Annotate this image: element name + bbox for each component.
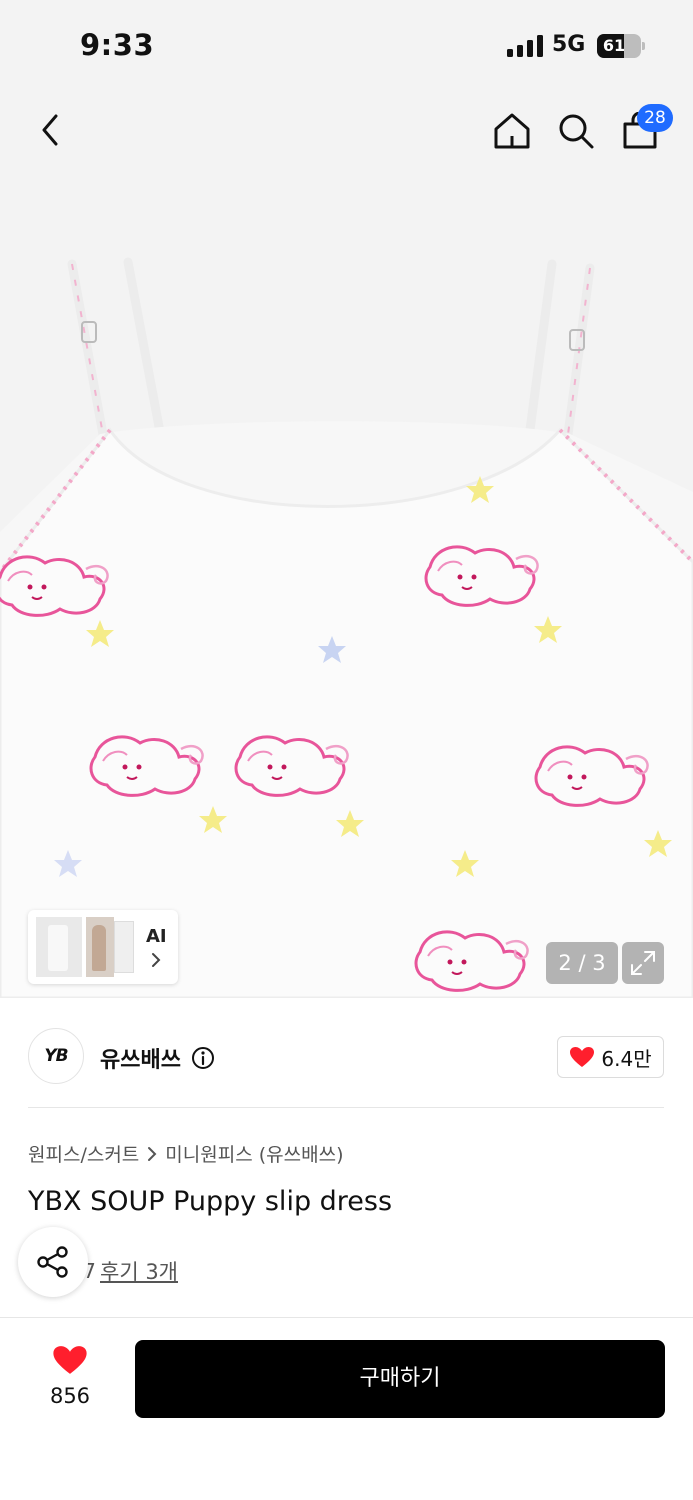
status-time: 9:33 xyxy=(80,28,155,62)
wishlist-count: 856 xyxy=(49,1384,91,1408)
breadcrumb-subcategory[interactable]: 미니원피스 (유쓰배쓰) xyxy=(165,1140,343,1167)
ai-thumbnail-strip[interactable]: AI xyxy=(28,910,178,984)
share-icon xyxy=(37,1246,68,1278)
wishlist-button[interactable]: 856 xyxy=(30,1340,110,1418)
thumbnail-image xyxy=(86,917,114,977)
search-button[interactable] xyxy=(552,106,600,156)
brand-like-count: 6.4만 xyxy=(601,1046,652,1071)
buy-button[interactable]: 구매하기 xyxy=(135,1340,665,1418)
chevron-right-icon xyxy=(148,1146,157,1161)
breadcrumb: 원피스/스커트 미니원피스 (유쓰배쓰) xyxy=(28,1140,343,1167)
home-button[interactable] xyxy=(488,106,536,156)
battery-icon: 61 xyxy=(597,34,645,58)
battery-level: 61 xyxy=(602,36,626,55)
network-type: 5G xyxy=(552,32,586,57)
thumbnail-image xyxy=(36,917,82,977)
divider xyxy=(0,1317,693,1318)
top-nav-bar: 28 xyxy=(0,92,693,172)
status-bar: 9:33 5G 61 xyxy=(0,0,693,92)
heart-icon xyxy=(570,1047,595,1067)
fullscreen-button[interactable] xyxy=(622,942,664,984)
product-photo xyxy=(0,257,693,998)
share-button[interactable] xyxy=(18,1227,88,1297)
signal-icon xyxy=(507,35,543,57)
brand-logo[interactable]: YB xyxy=(28,1028,84,1084)
chevron-left-icon xyxy=(42,114,58,146)
image-page-counter: 2 / 3 xyxy=(546,942,618,984)
review-count-link[interactable]: 후기 3개 xyxy=(100,1256,178,1286)
search-icon xyxy=(559,114,594,149)
product-image-gallery[interactable]: AI 2 / 3 xyxy=(0,172,693,998)
home-icon xyxy=(494,113,530,149)
info-icon[interactable] xyxy=(191,1046,215,1070)
cart-count-badge: 28 xyxy=(637,104,673,132)
ai-label: AI xyxy=(146,926,167,947)
thumbnail-image xyxy=(114,921,134,973)
brand-row: YB 유쓰배쓰 6.4만 xyxy=(0,1006,693,1108)
divider xyxy=(28,1107,664,1108)
breadcrumb-category[interactable]: 원피스/스커트 xyxy=(28,1140,139,1167)
back-button[interactable] xyxy=(28,106,72,154)
brand-like-button[interactable]: 6.4만 xyxy=(557,1036,664,1078)
brand-name[interactable]: 유쓰배쓰 xyxy=(100,1042,181,1074)
expand-icon xyxy=(631,951,655,975)
chevron-right-icon xyxy=(152,953,161,967)
heart-icon xyxy=(53,1346,87,1374)
product-title: YBX SOUP Puppy slip dress xyxy=(28,1186,393,1217)
